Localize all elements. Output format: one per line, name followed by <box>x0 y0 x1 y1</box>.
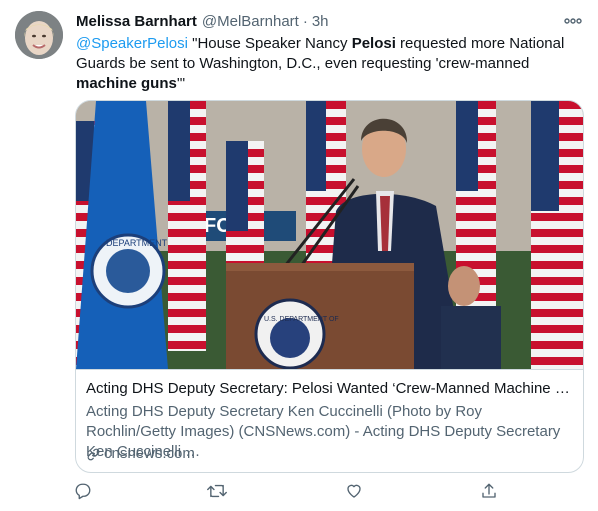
author-handle[interactable]: @MelBarnhart <box>202 13 299 30</box>
share-icon <box>482 483 496 498</box>
like-button[interactable] <box>343 480 365 502</box>
card-title: Acting DHS Deputy Secretary: Pelosi Want… <box>86 380 576 397</box>
tweet-text-part: "House Speaker Nancy <box>187 35 352 52</box>
retweet-button[interactable] <box>206 480 228 502</box>
author-name[interactable]: Melissa Barnhart <box>76 13 197 30</box>
heart-icon <box>347 484 361 498</box>
retweet-icon <box>207 484 227 498</box>
tweet-text-bold: machine guns <box>76 75 177 92</box>
card-image[interactable]: FOX DEPARTMENT U.S. DEPARTMENT OF <box>76 101 583 369</box>
card-photo: FOX DEPARTMENT U.S. DEPARTMENT OF <box>76 101 583 369</box>
tweet-text-part: '" <box>176 75 186 92</box>
tweet-text: @SpeakerPelosi "House Speaker Nancy Pelo… <box>76 34 586 94</box>
share-button[interactable] <box>478 480 500 502</box>
svg-text:U.S. DEPARTMENT OF: U.S. DEPARTMENT OF <box>264 316 339 323</box>
reply-icon <box>75 483 91 500</box>
card-domain-text: cnsnews.com <box>104 445 195 462</box>
avatar[interactable] <box>15 11 63 59</box>
card-domain: cnsnews.com <box>86 444 195 464</box>
more-button[interactable] <box>562 11 584 31</box>
svg-text:DEPARTMENT: DEPARTMENT <box>106 238 168 248</box>
mention-link[interactable]: @SpeakerPelosi <box>76 35 188 52</box>
tweet-header: Melissa Barnhart @MelBarnhart · 3h <box>76 11 584 31</box>
avatar-photo <box>15 11 63 59</box>
more-horizontal-icon <box>564 18 582 24</box>
action-bar <box>72 480 512 502</box>
link-icon <box>87 448 100 460</box>
tweet-text-bold: Pelosi <box>351 35 396 52</box>
link-card[interactable]: FOX DEPARTMENT U.S. DEPARTMENT OF Acting… <box>75 100 584 473</box>
tweet-time[interactable]: 3h <box>312 13 329 30</box>
separator-dot: · <box>302 12 308 30</box>
reply-button[interactable] <box>72 480 94 502</box>
card-body[interactable]: Acting DHS Deputy Secretary: Pelosi Want… <box>76 369 583 472</box>
